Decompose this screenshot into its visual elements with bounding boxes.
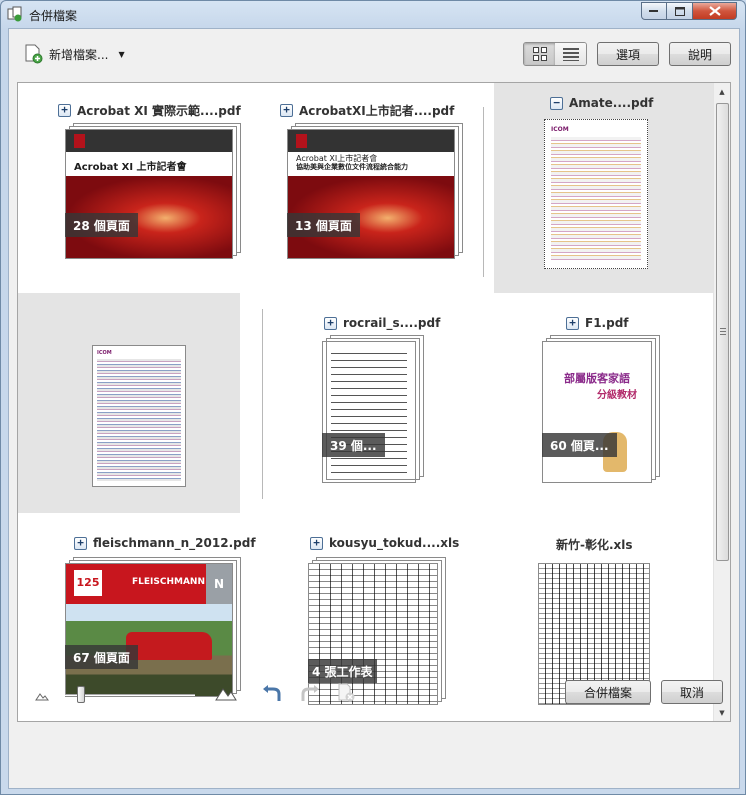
page-thumbnail: Acrobat XI 上市記者會 bbox=[65, 129, 233, 259]
thumbnail-brand: FLEISCHMANN bbox=[132, 577, 205, 587]
thumbnail-title: Acrobat XI 上市記者會 bbox=[66, 152, 232, 176]
thumbnail-subtitle: 協助美與企業數位文件流程統合能力 bbox=[296, 163, 408, 171]
file-thumbnail-grid: + Acrobat XI 實際示範....pdf Acrobat XI 上市記者… bbox=[17, 82, 731, 722]
file-tile-selected[interactable]: − Amate....pdf ICOM bbox=[494, 83, 716, 293]
scroll-up-icon[interactable]: ▲ bbox=[714, 83, 730, 100]
collapse-toggle[interactable]: − bbox=[550, 96, 563, 110]
file-name: Amate....pdf bbox=[569, 96, 654, 110]
page-count-badge: 67 個頁面 bbox=[65, 645, 138, 669]
page-count-badge: 28 個頁面 bbox=[65, 213, 138, 237]
file-name: rocrail_s....pdf bbox=[343, 316, 441, 330]
page-thumbnail: Acrobat XI上市記者會 協助美與企業數位文件流程統合能力 bbox=[287, 129, 455, 259]
insertion-divider bbox=[483, 107, 484, 277]
thumbnail-title: Acrobat XI上市記者會 bbox=[296, 154, 378, 163]
insertion-divider bbox=[262, 309, 263, 499]
thumbnail-scale: N bbox=[206, 564, 232, 604]
view-mode-toggle bbox=[523, 42, 587, 66]
grid-view-icon bbox=[532, 47, 547, 61]
file-tile[interactable]: + Acrobat XI 實際示範....pdf Acrobat XI 上市記者… bbox=[58, 97, 248, 277]
maximize-button[interactable] bbox=[667, 2, 693, 20]
rotate-right-icon[interactable] bbox=[299, 685, 321, 703]
thumbnail-view-button[interactable] bbox=[524, 43, 555, 65]
zoom-slider-thumb[interactable] bbox=[77, 686, 85, 703]
main-window: 合併檔案 新增檔案... ▼ 選項 說明 + Acrobat XI 實際示範..… bbox=[0, 0, 746, 795]
file-name: 新竹-彰化.xls bbox=[556, 538, 633, 552]
file-name: fleischmann_n_2012.pdf bbox=[93, 536, 256, 550]
sheet-count-badge: 4 張工作表 bbox=[308, 659, 377, 683]
minimize-button[interactable] bbox=[641, 2, 667, 20]
close-icon bbox=[708, 6, 721, 16]
rotate-left-icon[interactable] bbox=[261, 685, 283, 703]
title-bar: 合併檔案 bbox=[1, 1, 745, 27]
file-name: F1.pdf bbox=[585, 316, 629, 330]
add-files-button[interactable]: 新增檔案... ▼ bbox=[25, 43, 125, 65]
expand-toggle[interactable]: + bbox=[324, 316, 337, 330]
options-button[interactable]: 選項 bbox=[597, 42, 659, 66]
zoom-out-icon[interactable] bbox=[35, 691, 49, 701]
thumbnail-subtitle: 分級教材 bbox=[597, 390, 637, 401]
file-name: AcrobatXI上市記者....pdf bbox=[299, 104, 455, 118]
page-count-badge: 13 個頁面 bbox=[287, 213, 360, 237]
scroll-down-icon[interactable]: ▼ bbox=[714, 704, 730, 721]
help-button[interactable]: 說明 bbox=[669, 42, 731, 66]
file-name: Acrobat XI 實際示範....pdf bbox=[77, 104, 241, 118]
page-tile-selected[interactable]: ICOM bbox=[18, 293, 240, 513]
expand-toggle[interactable]: + bbox=[58, 104, 71, 117]
spreadsheet-thumbnail bbox=[308, 563, 438, 705]
page-thumbnail bbox=[322, 341, 416, 483]
page-thumbnail: 部屬版客家語 分級教材 bbox=[542, 341, 652, 483]
file-tile[interactable]: + rocrail_s....pdf 39 個... bbox=[314, 313, 454, 493]
window-title: 合併檔案 bbox=[29, 9, 78, 23]
expand-toggle[interactable]: + bbox=[280, 104, 293, 117]
page-thumbnail: ICOM bbox=[92, 345, 186, 487]
expand-toggle[interactable]: + bbox=[566, 316, 579, 330]
delete-page-icon[interactable] bbox=[337, 683, 357, 703]
page-thumbnail: ICOM bbox=[544, 119, 648, 269]
thumbnail-number: 125 bbox=[74, 570, 102, 596]
file-tile[interactable]: + AcrobatXI上市記者....pdf Acrobat XI上市記者會 協… bbox=[280, 97, 470, 277]
thumbnail-logo: ICOM bbox=[97, 350, 112, 356]
thumbnail-logo: ICOM bbox=[551, 126, 569, 133]
list-view-icon bbox=[562, 48, 579, 61]
expand-toggle[interactable]: + bbox=[310, 536, 323, 550]
add-file-icon bbox=[25, 44, 43, 64]
combine-files-button[interactable]: 合併檔案 bbox=[565, 680, 651, 704]
combine-files-icon bbox=[7, 6, 22, 22]
vertical-scrollbar[interactable]: ▲ ▼ bbox=[713, 83, 730, 721]
add-files-label: 新增檔案... bbox=[49, 47, 109, 62]
expand-toggle[interactable]: + bbox=[74, 536, 87, 550]
minimize-icon bbox=[649, 10, 658, 12]
zoom-in-icon[interactable] bbox=[215, 685, 237, 701]
maximize-icon bbox=[674, 6, 685, 16]
file-tile[interactable]: + F1.pdf 部屬版客家語 分級教材 60 個頁... bbox=[534, 313, 674, 493]
page-count-badge: 39 個... bbox=[322, 433, 385, 457]
dropdown-caret-icon: ▼ bbox=[118, 49, 125, 59]
page-thumbnail: 125 FLEISCHMANN N bbox=[65, 563, 233, 697]
file-name: kousyu_tokud....xls bbox=[329, 536, 460, 550]
dialog-body: 新增檔案... ▼ 選項 說明 + Acrobat XI 實際示範....pdf… bbox=[8, 28, 740, 789]
close-button[interactable] bbox=[693, 2, 737, 20]
toolbar-separator bbox=[247, 679, 248, 705]
thumbnail-title: 部屬版客家語 bbox=[564, 372, 630, 385]
cancel-button[interactable]: 取消 bbox=[661, 680, 723, 704]
scrollbar-thumb[interactable] bbox=[716, 103, 729, 561]
list-view-button[interactable] bbox=[555, 43, 586, 65]
file-tile[interactable]: + kousyu_tokud....xls 4 張工作表 bbox=[302, 533, 472, 721]
page-count-badge: 60 個頁... bbox=[542, 433, 617, 457]
